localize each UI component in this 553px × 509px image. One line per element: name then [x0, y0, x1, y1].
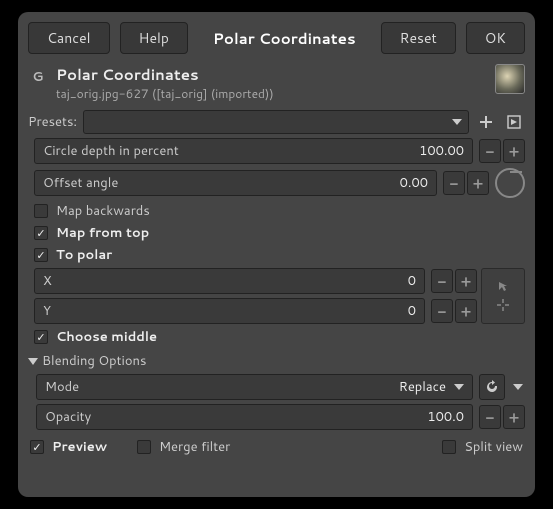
- chevron-down-icon[interactable]: [513, 384, 523, 390]
- mode-label: Mode: [45, 378, 399, 396]
- choose-middle-checkbox[interactable]: [34, 330, 48, 344]
- choose-middle-row: Choose middle: [34, 328, 525, 346]
- mode-dropdown[interactable]: Mode Replace: [36, 374, 473, 400]
- dialog-window: Cancel Help Polar Coordinates Reset OK G…: [18, 12, 535, 497]
- preset-menu-button[interactable]: [503, 111, 525, 133]
- to-polar-row: To polar: [34, 246, 525, 264]
- expander-triangle-icon: [28, 358, 38, 365]
- split-view-checkbox[interactable]: [442, 440, 456, 454]
- y-row: Y 0 − +: [34, 298, 477, 324]
- y-increment[interactable]: +: [455, 299, 477, 323]
- offset-angle-label: Offset angle: [43, 174, 400, 192]
- preset-menu-icon: [507, 115, 521, 129]
- map-backwards-label: Map backwards: [56, 202, 150, 220]
- header-text: Polar Coordinates taj_orig.jpg-627 ([taj…: [56, 64, 274, 102]
- opacity-decrement[interactable]: −: [479, 405, 501, 429]
- image-thumbnail[interactable]: [495, 64, 525, 94]
- offset-angle-field[interactable]: Offset angle 0.00: [34, 170, 437, 196]
- preset-add-button[interactable]: [475, 111, 497, 133]
- chevron-down-icon: [452, 119, 462, 125]
- opacity-increment[interactable]: +: [503, 405, 525, 429]
- help-button[interactable]: Help: [120, 22, 188, 54]
- circle-depth-field[interactable]: Circle depth in percent 100.00: [34, 138, 473, 164]
- x-stepper: − +: [431, 269, 477, 293]
- mode-row: Mode Replace: [36, 374, 525, 400]
- cancel-button[interactable]: Cancel: [28, 22, 110, 54]
- merge-filter-label: Merge filter: [159, 438, 230, 456]
- circle-depth-increment[interactable]: +: [503, 139, 525, 163]
- opacity-stepper: − +: [479, 405, 525, 429]
- map-from-top-label: Map from top: [56, 224, 149, 242]
- presets-row: Presets:: [28, 110, 525, 134]
- picker-crosshair-icon: [496, 298, 510, 312]
- header: G Polar Coordinates taj_orig.jpg-627 ([t…: [28, 64, 525, 102]
- offset-angle-decrement[interactable]: −: [443, 171, 465, 195]
- offset-angle-stepper: − +: [443, 171, 489, 195]
- split-view-label: Split view: [464, 438, 523, 456]
- opacity-label: Opacity: [45, 408, 427, 426]
- circle-depth-row: Circle depth in percent 100.00 − +: [34, 138, 525, 164]
- circle-depth-value: 100.00: [419, 142, 464, 160]
- chevron-down-icon: [454, 384, 464, 390]
- xy-fields: X 0 − + Y 0 − +: [34, 268, 477, 324]
- preview-checkbox[interactable]: [30, 440, 44, 454]
- filter-name: Polar Coordinates: [56, 64, 274, 85]
- map-backwards-checkbox[interactable]: [34, 204, 48, 218]
- x-field[interactable]: X 0: [34, 268, 425, 294]
- mode-value: Replace: [399, 378, 446, 396]
- plus-icon: [479, 115, 493, 129]
- reset-icon: [484, 379, 500, 395]
- y-decrement[interactable]: −: [431, 299, 453, 323]
- to-polar-label: To polar: [56, 246, 112, 264]
- offset-angle-increment[interactable]: +: [467, 171, 489, 195]
- choose-middle-label: Choose middle: [56, 328, 157, 346]
- opacity-row: Opacity 100.0 − +: [36, 404, 525, 430]
- x-row: X 0 − +: [34, 268, 477, 294]
- angle-dial[interactable]: [495, 168, 525, 198]
- dialog-title: Polar Coordinates: [198, 28, 371, 49]
- map-from-top-row: Map from top: [34, 224, 525, 242]
- offset-angle-value: 0.00: [400, 174, 428, 192]
- x-label: X: [43, 272, 408, 290]
- y-label: Y: [43, 302, 408, 320]
- blending-label: Blending Options: [42, 352, 146, 370]
- to-polar-checkbox[interactable]: [34, 248, 48, 262]
- xy-group: X 0 − + Y 0 − +: [34, 268, 525, 324]
- map-backwards-row: Map backwards: [34, 202, 525, 220]
- presets-dropdown[interactable]: [83, 110, 469, 134]
- presets-label: Presets:: [28, 113, 77, 131]
- picker-cursor-icon: [497, 280, 509, 292]
- offset-angle-row: Offset angle 0.00 − +: [34, 168, 525, 198]
- mode-reset-button[interactable]: [479, 374, 505, 400]
- map-from-top-checkbox[interactable]: [34, 226, 48, 240]
- top-button-bar: Cancel Help Polar Coordinates Reset OK: [28, 22, 525, 54]
- merge-filter-checkbox[interactable]: [137, 440, 151, 454]
- blending-expander[interactable]: Blending Options: [28, 352, 525, 370]
- circle-depth-decrement[interactable]: −: [479, 139, 501, 163]
- opacity-field[interactable]: Opacity 100.0: [36, 404, 473, 430]
- x-decrement[interactable]: −: [431, 269, 453, 293]
- circle-depth-stepper: − +: [479, 139, 525, 163]
- opacity-value: 100.0: [427, 408, 464, 426]
- footer: Preview Merge filter Split view: [28, 438, 525, 456]
- y-stepper: − +: [431, 299, 477, 323]
- circle-depth-label: Circle depth in percent: [43, 142, 419, 160]
- y-field[interactable]: Y 0: [34, 298, 425, 324]
- image-subtitle: taj_orig.jpg-627 ([taj_orig] (imported)): [56, 85, 274, 102]
- ok-button[interactable]: OK: [466, 22, 525, 54]
- x-value: 0: [408, 272, 416, 290]
- preview-label: Preview: [52, 438, 107, 456]
- gimp-icon: G: [28, 67, 48, 87]
- y-value: 0: [408, 302, 416, 320]
- x-increment[interactable]: +: [455, 269, 477, 293]
- reset-button[interactable]: Reset: [381, 22, 456, 54]
- xy-picker-panel[interactable]: [481, 268, 525, 324]
